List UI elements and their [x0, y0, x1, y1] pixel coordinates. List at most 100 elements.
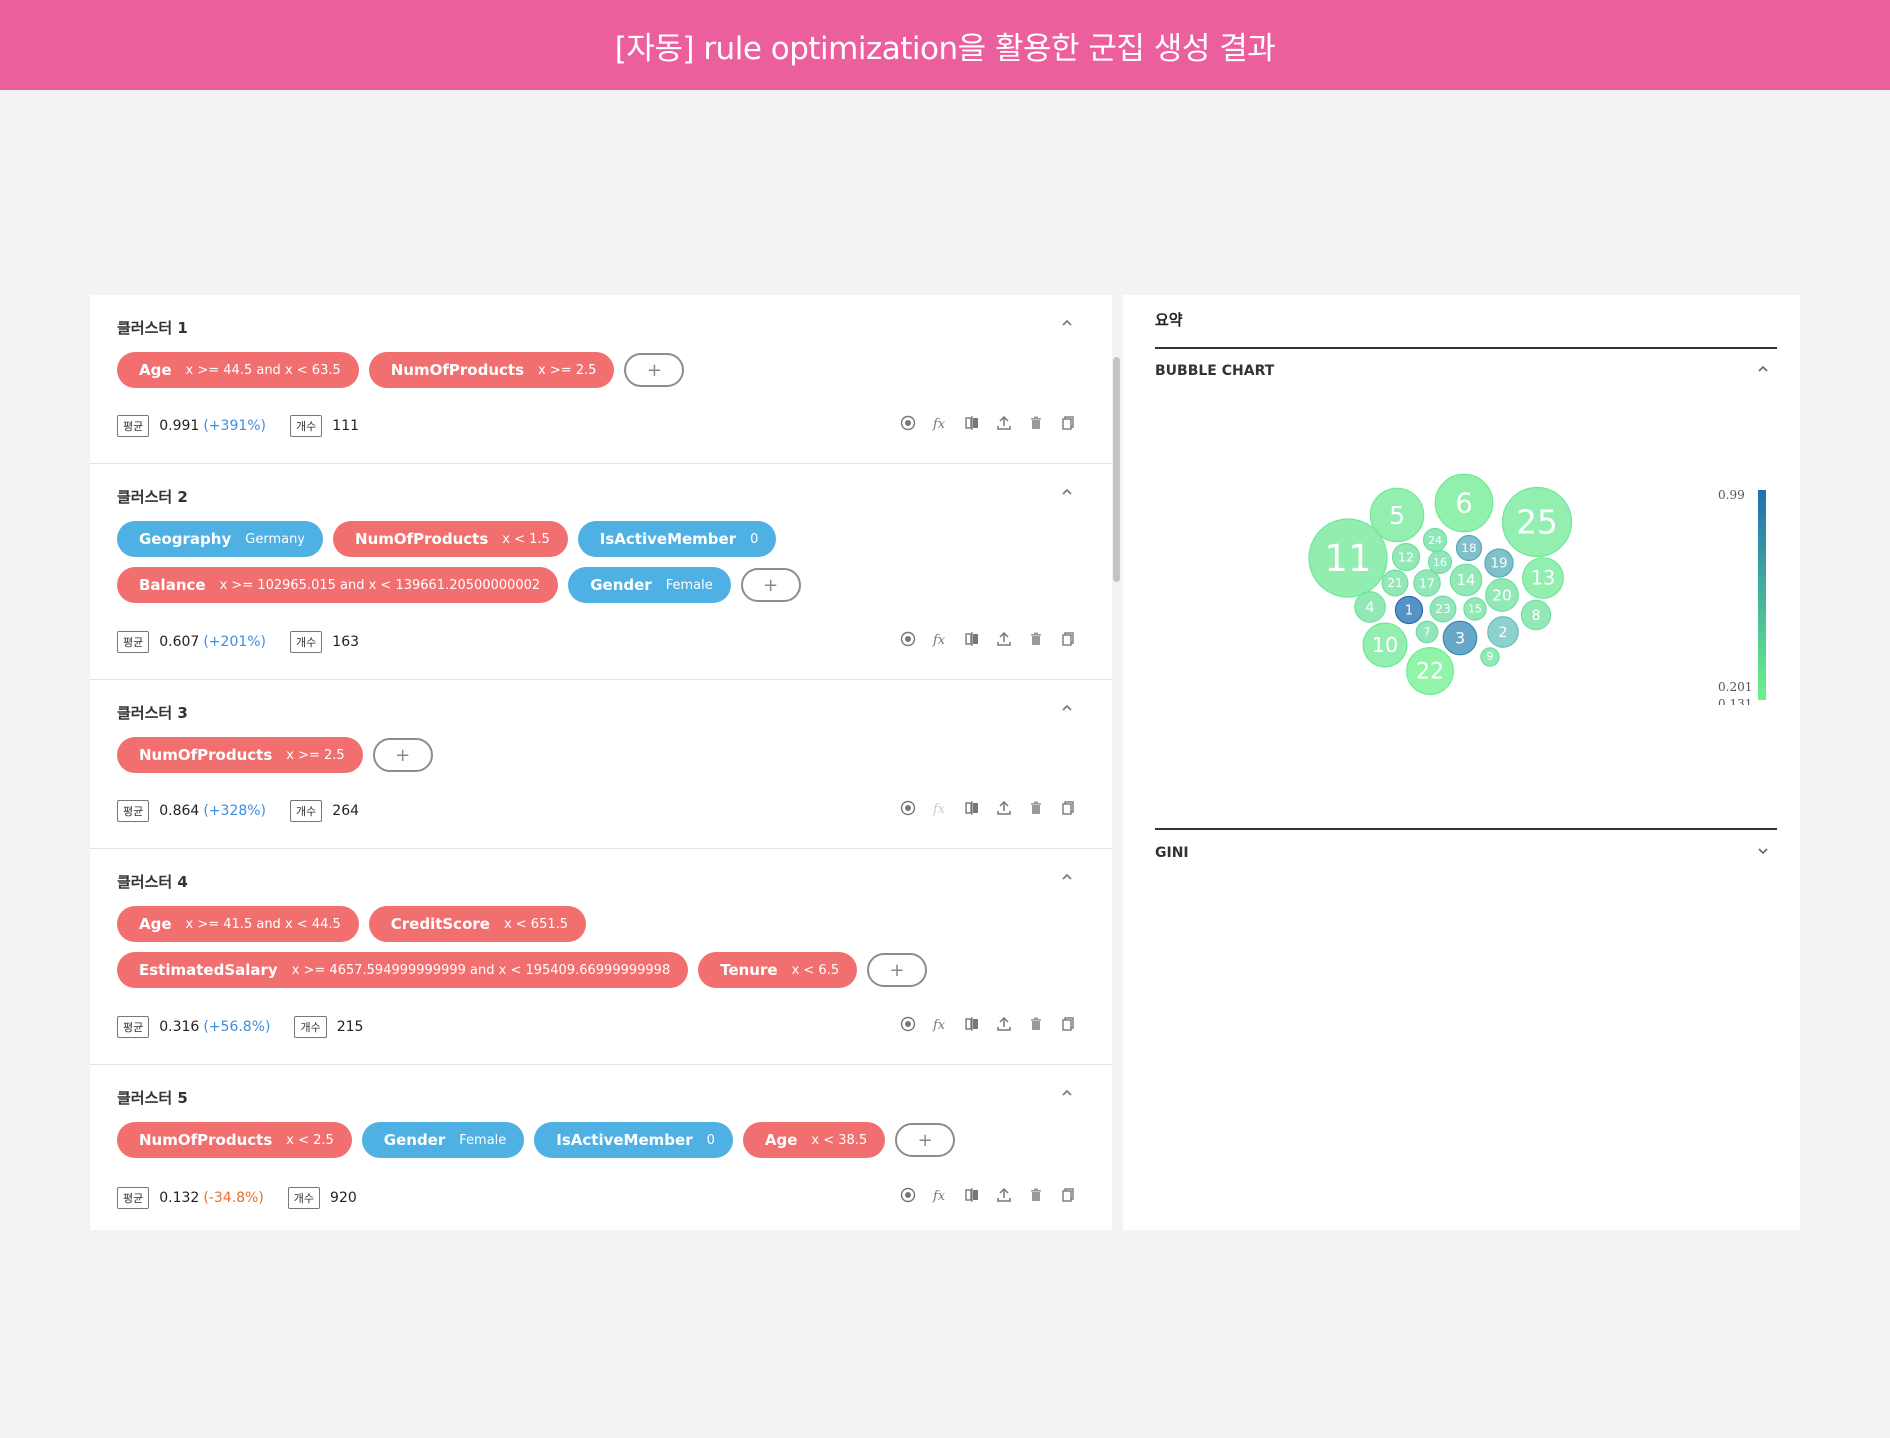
trash-icon[interactable]: [1027, 1186, 1045, 1204]
condition-chip[interactable]: NumOfProducts x < 1.5: [333, 521, 568, 557]
condition-chip[interactable]: NumOfProducts x >= 2.5: [368, 352, 615, 388]
cluster-list-scrollbar[interactable]: [1112, 295, 1122, 1230]
condition-chip[interactable]: NumOfProducts x >= 2.5: [117, 737, 363, 773]
condition-chip[interactable]: IsActiveMember 0: [534, 1122, 733, 1158]
chevron-up-icon[interactable]: [1757, 363, 1769, 378]
cluster-title: 클러스터 4: [117, 873, 188, 891]
scrollbar-thumb[interactable]: [1113, 357, 1120, 582]
summary-panel: 요약 BUBBLE CHART 11 25 6 5 22 10 13 3 20 14 2 4 8 19 12…: [1123, 295, 1800, 1230]
trash-icon[interactable]: [1027, 414, 1045, 432]
compare-icon[interactable]: [963, 799, 981, 817]
chip-feature-name: NumOfProducts: [139, 1131, 273, 1149]
bubble-label: 25: [1516, 503, 1558, 541]
bubble-chart-section-title[interactable]: BUBBLE CHART: [1155, 363, 1274, 379]
page-title: [자동] rule optimization을 활용한 군집 생성 결과: [614, 30, 1276, 67]
add-condition-button[interactable]: +: [895, 1123, 956, 1157]
bubble-label: 21: [1387, 576, 1403, 590]
chip-condition: x < 651.5: [503, 916, 569, 932]
condition-chip[interactable]: Geography Germany: [117, 521, 324, 557]
condition-chip[interactable]: Gender Female: [568, 567, 731, 603]
compare-icon[interactable]: [963, 1015, 981, 1033]
add-condition-button[interactable]: +: [372, 738, 433, 772]
avg-change: (+201%): [203, 634, 267, 650]
trash-icon[interactable]: [1027, 630, 1045, 648]
chip-condition: 0: [706, 1132, 715, 1148]
svg-text:fx: fx: [932, 1018, 946, 1032]
chip-condition: x >= 102965.015 and x < 139661.205000000…: [219, 577, 541, 593]
upload-icon[interactable]: [995, 630, 1013, 648]
condition-chip[interactable]: IsActiveMember 0: [577, 521, 777, 557]
chevron-up-icon[interactable]: [1057, 867, 1077, 887]
cluster-stats: 평균 0.607 (+201%) 개수 163: [117, 631, 363, 653]
upload-icon[interactable]: [995, 1015, 1013, 1033]
compare-icon[interactable]: [963, 414, 981, 432]
cluster-actions: fx: [899, 1015, 1077, 1033]
upload-icon[interactable]: [995, 799, 1013, 817]
avg-tag: 평균: [117, 800, 150, 822]
chevron-up-icon[interactable]: [1057, 698, 1077, 718]
add-condition-button[interactable]: +: [867, 953, 928, 987]
cluster-card: 클러스터 3 NumOfProducts x >= 2.5 + 평균 0.864 (+328…: [90, 680, 1112, 849]
add-condition-button[interactable]: +: [624, 353, 685, 387]
copy-icon[interactable]: [1059, 630, 1077, 648]
condition-chip[interactable]: CreditScore x < 651.5: [368, 906, 587, 942]
chip-feature-name: Age: [139, 915, 172, 933]
cluster-actions: fx: [899, 799, 1077, 817]
target-icon[interactable]: [899, 1015, 917, 1033]
condition-chip[interactable]: Gender Female: [361, 1122, 525, 1158]
upload-icon[interactable]: [995, 414, 1013, 432]
function-icon[interactable]: fx: [931, 1015, 949, 1033]
condition-chip[interactable]: EstimatedSalary x >= 4657.594999999999 an…: [117, 952, 689, 988]
avg-tag: 평균: [117, 631, 150, 653]
chip-feature-name: NumOfProducts: [139, 746, 273, 764]
target-icon[interactable]: [899, 799, 917, 817]
add-condition-button[interactable]: +: [740, 568, 801, 602]
chevron-up-icon[interactable]: [1057, 1083, 1077, 1103]
copy-icon[interactable]: [1059, 1015, 1077, 1033]
cluster-title: 클러스터 3: [117, 704, 188, 722]
target-icon[interactable]: [899, 630, 917, 648]
condition-chip[interactable]: Age x >= 41.5 and x < 44.5: [117, 906, 359, 942]
upload-icon[interactable]: [995, 1186, 1013, 1204]
chip-feature-name: Gender: [383, 1131, 446, 1149]
chip-feature-name: EstimatedSalary: [139, 961, 278, 979]
count-tag: 개수: [290, 800, 323, 822]
target-icon[interactable]: [899, 414, 917, 432]
condition-chip[interactable]: Age x >= 44.5 and x < 63.5: [117, 352, 359, 388]
function-icon[interactable]: fx: [931, 1186, 949, 1204]
copy-icon[interactable]: [1059, 1186, 1077, 1204]
chip-condition: x < 2.5: [286, 1132, 334, 1148]
compare-icon[interactable]: [963, 1186, 981, 1204]
gini-section-title[interactable]: GINI: [1155, 845, 1189, 861]
function-icon[interactable]: fx: [931, 630, 949, 648]
function-icon[interactable]: fx: [931, 799, 949, 817]
chip-condition: x < 6.5: [791, 962, 840, 978]
condition-row: Balance x >= 102965.015 and x < 139661.20…: [117, 567, 801, 603]
copy-icon[interactable]: [1059, 799, 1077, 817]
count-tag: 개수: [290, 631, 323, 653]
chip-condition: Female: [459, 1132, 507, 1148]
condition-chip[interactable]: Balance x >= 102965.015 and x < 139661.20…: [117, 567, 559, 603]
copy-icon[interactable]: [1059, 414, 1077, 432]
condition-chip[interactable]: Age x < 38.5: [742, 1122, 886, 1158]
svg-text:fx: fx: [932, 633, 946, 647]
avg-value: 0.864: [159, 803, 200, 819]
trash-icon[interactable]: [1027, 1015, 1045, 1033]
function-icon[interactable]: fx: [931, 414, 949, 432]
chevron-down-icon[interactable]: [1757, 845, 1769, 860]
trash-icon[interactable]: [1027, 799, 1045, 817]
chevron-up-icon[interactable]: [1057, 482, 1077, 502]
condition-chip[interactable]: NumOfProducts x < 2.5: [117, 1122, 352, 1158]
condition-chip[interactable]: Tenure x < 6.5: [698, 952, 858, 988]
chevron-up-icon[interactable]: [1057, 313, 1077, 333]
svg-text:fx: fx: [932, 417, 946, 431]
target-icon[interactable]: [899, 1186, 917, 1204]
cluster-title: 클러스터 1: [117, 319, 188, 337]
count-tag: 개수: [290, 415, 323, 437]
colorbar-max-label: 0.99: [1718, 488, 1745, 502]
count-value: 264: [332, 803, 360, 819]
compare-icon[interactable]: [963, 630, 981, 648]
condition-row: Geography Germany NumOfProducts x < 1.5 IsAc…: [117, 521, 777, 557]
cluster-card: 클러스터 2 Geography Germany NumOfProducts x < 1…: [90, 464, 1112, 680]
count-value: 920: [330, 1190, 357, 1206]
